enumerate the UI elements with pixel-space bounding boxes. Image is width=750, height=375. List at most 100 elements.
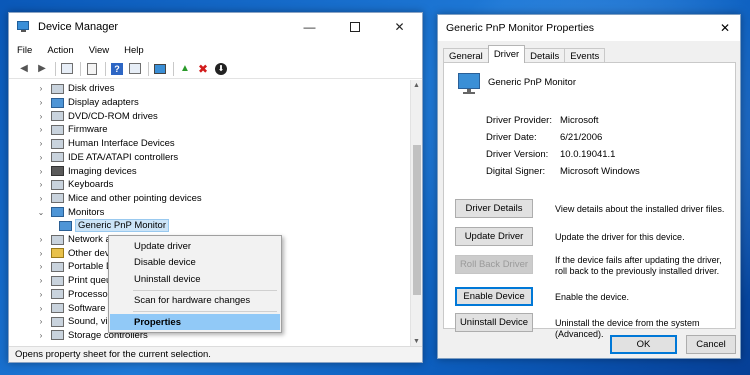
monitor-icon (51, 207, 64, 218)
tree-item-human-interface-devices[interactable]: › Human Interface Devices (37, 137, 175, 151)
tree-item-display-adapters[interactable]: › Display adapters (37, 96, 139, 110)
dialog-title: Generic PnP Monitor Properties (446, 22, 595, 34)
chevron-right-icon[interactable]: › (37, 112, 45, 121)
uninstall-toolbar-button[interactable]: ✖ (196, 62, 210, 76)
tree-item-keyboards[interactable]: › Keyboards (37, 178, 114, 192)
ctx-scan-hardware[interactable]: Scan for hardware changes (110, 292, 280, 308)
digital-signer-value: Microsoft Windows (560, 166, 640, 177)
tree-item-disk-drives[interactable]: › Disk drives (37, 82, 115, 96)
disable-toolbar-button[interactable]: ⬇ (214, 62, 228, 76)
update-driver-icon: ▲ (180, 63, 190, 74)
ctx-properties[interactable]: Properties (110, 314, 280, 330)
show-hide-console-tree-button[interactable] (60, 62, 74, 76)
mouse-icon (51, 193, 64, 204)
close-button[interactable]: ✕ (377, 13, 422, 41)
enable-device-description: Enable the device. (555, 292, 630, 302)
delete-x-icon: ✖ (197, 61, 209, 76)
sound-icon (51, 316, 64, 327)
tab-general[interactable]: General (443, 48, 489, 63)
tab-events[interactable]: Events (564, 48, 606, 63)
menu-view[interactable]: View (89, 45, 109, 56)
chevron-right-icon[interactable]: › (37, 317, 45, 326)
driver-details-description: View details about the installed driver … (555, 204, 725, 214)
menu-help[interactable]: Help (124, 45, 144, 56)
action-pane-button[interactable] (128, 62, 142, 76)
menu-file[interactable]: File (17, 45, 32, 56)
processor-icon (51, 289, 64, 300)
chevron-right-icon[interactable]: › (37, 235, 45, 244)
chevron-right-icon[interactable]: › (37, 98, 45, 107)
toolbar-separator (173, 61, 174, 76)
dialog-close-button[interactable]: ✕ (710, 21, 740, 35)
tab-details[interactable]: Details (524, 48, 566, 63)
chevron-right-icon[interactable]: › (37, 276, 45, 285)
tree-item-processors[interactable]: › Processors (37, 288, 116, 302)
ctx-update-driver[interactable]: Update driver (110, 238, 280, 254)
tree-item-monitors[interactable]: ⌄ Monitors (37, 205, 105, 219)
update-driver-button[interactable]: Update Driver (455, 227, 533, 246)
tree-item-dvd-drives[interactable]: › DVD/CD-ROM drives (37, 109, 158, 123)
hid-icon (51, 138, 64, 149)
help-button[interactable]: ? (110, 62, 124, 76)
menu-bar: File Action View Help (9, 41, 422, 59)
printer-icon (51, 275, 64, 286)
chevron-right-icon[interactable]: › (37, 84, 45, 93)
tree-item-generic-pnp-monitor[interactable]: Generic PnP Monitor (59, 219, 170, 233)
update-driver-toolbar-button[interactable]: ▲ (178, 62, 192, 76)
driver-provider-label: Driver Provider: (486, 115, 552, 126)
toolbar-separator (105, 61, 106, 76)
enable-device-button[interactable]: Enable Device (455, 287, 533, 306)
chevron-right-icon[interactable]: › (37, 167, 45, 176)
tree-item-mice[interactable]: › Mice and other pointing devices (37, 192, 202, 206)
window-title: Device Manager (38, 21, 119, 33)
ctx-uninstall-device[interactable]: Uninstall device (110, 271, 280, 287)
arrow-right-icon: ▶ (38, 63, 46, 74)
driver-provider-value: Microsoft (560, 115, 599, 126)
toolbar-separator (80, 61, 81, 76)
maximize-button[interactable] (332, 13, 377, 41)
firmware-icon (51, 124, 64, 135)
menu-action[interactable]: Action (47, 45, 73, 56)
action-pane-icon (129, 63, 141, 74)
chevron-right-icon[interactable]: › (37, 139, 45, 148)
uninstall-device-button[interactable]: Uninstall Device (455, 313, 533, 332)
camera-icon (51, 166, 64, 177)
driver-details-button[interactable]: Driver Details (455, 199, 533, 218)
minimize-button[interactable]: — (287, 13, 332, 41)
chevron-right-icon[interactable]: › (37, 331, 45, 340)
chevron-down-icon[interactable]: ⌄ (37, 208, 45, 217)
forward-button[interactable]: ▶ (35, 62, 49, 76)
chevron-right-icon[interactable]: › (37, 125, 45, 134)
chevron-right-icon[interactable]: › (37, 304, 45, 313)
chevron-right-icon[interactable]: › (37, 194, 45, 203)
chevron-right-icon[interactable]: › (37, 290, 45, 299)
properties-toolbar-button[interactable] (85, 62, 99, 76)
scroll-up-icon[interactable]: ▲ (411, 80, 422, 92)
scan-hardware-button[interactable] (153, 62, 167, 76)
menu-separator (133, 290, 277, 291)
driver-version-value: 10.0.19041.1 (560, 149, 616, 160)
driver-version-label: Driver Version: (486, 149, 549, 160)
device-manager-icon (17, 21, 31, 33)
cancel-button[interactable]: Cancel (686, 335, 736, 354)
roll-back-driver-button[interactable]: Roll Back Driver (455, 255, 533, 274)
toolbar-separator (55, 61, 56, 76)
chevron-right-icon[interactable]: › (37, 262, 45, 271)
tab-driver[interactable]: Driver (487, 45, 526, 63)
maximize-icon (349, 22, 360, 32)
back-button[interactable]: ◀ (17, 62, 31, 76)
chevron-right-icon[interactable]: › (37, 153, 45, 162)
tree-item-firmware[interactable]: › Firmware (37, 123, 108, 137)
ctx-disable-device[interactable]: Disable device (110, 254, 280, 270)
tree-item-imaging-devices[interactable]: › Imaging devices (37, 164, 137, 178)
driver-date-label: Driver Date: (486, 132, 537, 143)
chevron-right-icon[interactable]: › (37, 180, 45, 189)
title-bar[interactable]: Device Manager — ✕ (9, 13, 422, 41)
scroll-thumb[interactable] (413, 145, 421, 295)
dialog-title-bar[interactable]: Generic PnP Monitor Properties ✕ (438, 15, 740, 41)
ok-button[interactable]: OK (610, 335, 677, 354)
tree-item-ide-controllers[interactable]: › IDE ATA/ATAPI controllers (37, 151, 179, 165)
keyboard-icon (51, 179, 64, 190)
chevron-right-icon[interactable]: › (37, 249, 45, 258)
vertical-scrollbar[interactable]: ▲ ▼ (410, 80, 422, 348)
